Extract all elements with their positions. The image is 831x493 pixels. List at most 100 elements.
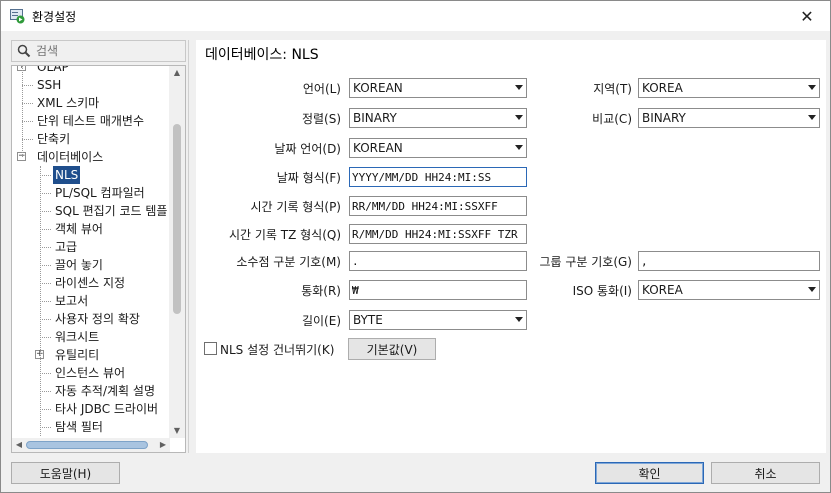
help-button[interactable]: 도움말(H) <box>11 462 120 484</box>
splitter[interactable] <box>188 40 189 453</box>
tree-items: + OLAP SSH XML 스키마 단위 테스트 매개변수단축키 − 데이터베이스 NLS P… <box>12 65 170 436</box>
tree-item[interactable]: 탐색 필터 <box>12 418 170 436</box>
tree-item[interactable]: 자동 추적/계획 설명 <box>12 382 170 400</box>
iso-currency-select[interactable]: KOREA <box>638 280 820 300</box>
tree-item[interactable]: 인스턴스 뷰어 <box>12 364 170 382</box>
category-tree[interactable]: + OLAP SSH XML 스키마 단위 테스트 매개변수단축키 − 데이터베이스 NLS P… <box>11 65 186 453</box>
search-box[interactable] <box>11 40 186 62</box>
comp-value: BINARY <box>642 111 686 125</box>
tree-connector <box>40 247 51 248</box>
tree-item-label: 데이터베이스 <box>37 150 104 164</box>
chevron-down-icon <box>808 287 816 292</box>
sort-label: 정렬(S) <box>301 112 341 126</box>
tree-item[interactable]: PL/SQL 컴파일러 <box>12 184 170 202</box>
tree-connector <box>22 121 33 122</box>
tree-item[interactable]: 객체 뷰어 <box>12 220 170 238</box>
timestamp-format-field[interactable] <box>349 196 527 216</box>
tree-item[interactable]: SQL 편집기 코드 템플 <box>12 202 170 220</box>
horizontal-scroll-thumb[interactable] <box>26 441 148 449</box>
chevron-down-icon <box>515 115 523 120</box>
iso-currency-value: KOREA <box>642 283 683 297</box>
tree-item-label: OLAP <box>37 65 69 74</box>
close-button[interactable]: ✕ <box>784 1 830 31</box>
tree-horizontal-scrollbar[interactable]: ◀ ▶ <box>12 438 170 452</box>
tree-item[interactable]: 사용자 정의 확장 <box>12 310 170 328</box>
tree-item[interactable]: 타사 JDBC 드라이버 <box>12 400 170 418</box>
tree-item[interactable]: XML 스키마 <box>12 94 170 112</box>
skip-nls-checkbox[interactable] <box>204 342 217 355</box>
tree-item[interactable]: − 데이터베이스 <box>12 148 170 166</box>
skip-nls-label: NLS 설정 건너뛰기(K) <box>220 343 335 357</box>
tree-item[interactable]: SSH <box>12 76 170 94</box>
panel-title: 데이터베이스: NLS <box>205 47 319 63</box>
chevron-down-icon <box>515 317 523 322</box>
language-select[interactable]: KOREAN <box>349 78 527 98</box>
scroll-up-icon[interactable]: ▲ <box>169 66 185 80</box>
tree-item[interactable]: 라이센스 지정 <box>12 274 170 292</box>
currency-label: 통화(R) <box>301 284 341 298</box>
tree-vertical-scrollbar[interactable]: ▲ ▼ <box>169 66 185 438</box>
tree-item[interactable]: 워크시트 <box>12 328 170 346</box>
scroll-right-icon[interactable]: ▶ <box>156 438 170 452</box>
tree-item[interactable]: 고급 <box>12 238 170 256</box>
tree-item[interactable]: 단위 테스트 매개변수 <box>12 112 170 130</box>
search-input[interactable] <box>36 43 181 59</box>
tree-item-label: 단축키 <box>37 132 71 146</box>
currency-field[interactable] <box>349 280 527 300</box>
date-format-input[interactable] <box>350 168 526 186</box>
tree-connector <box>40 283 51 284</box>
close-icon: ✕ <box>800 6 814 26</box>
tree-item-label: NLS <box>53 166 81 184</box>
reset-defaults-button[interactable]: 기본값(V) <box>348 338 436 360</box>
date-format-label: 날짜 형식(F) <box>276 171 341 185</box>
ok-button[interactable]: 확인 <box>595 462 704 484</box>
date-language-select[interactable]: KOREAN <box>349 138 527 158</box>
tree-connector <box>40 337 51 338</box>
scroll-down-icon[interactable]: ▼ <box>169 424 185 438</box>
search-icon <box>17 44 31 58</box>
scroll-left-icon[interactable]: ◀ <box>12 438 26 452</box>
tree-item-label: 끌어 놓기 <box>55 258 103 272</box>
chevron-down-icon <box>808 85 816 90</box>
group-separator-field[interactable] <box>638 251 820 271</box>
territory-select[interactable]: KOREA <box>638 78 820 98</box>
tree-item[interactable]: NLS <box>12 166 170 184</box>
tree-item[interactable]: + OLAP <box>12 65 170 76</box>
comp-select[interactable]: BINARY <box>638 108 820 128</box>
territory-value: KOREA <box>642 81 683 95</box>
tree-item-label: 워크시트 <box>55 330 100 344</box>
chevron-down-icon <box>515 145 523 150</box>
tree-connector <box>40 391 51 392</box>
tree-item-label: 인스턴스 뷰어 <box>55 366 126 380</box>
language-label: 언어(L) <box>302 82 341 96</box>
tree-item[interactable]: + 유틸리티 <box>12 346 170 364</box>
tree-item-label: SSH <box>37 78 62 92</box>
group-separator-label: 그룹 구분 기호(G) <box>539 255 632 269</box>
app-icon <box>10 9 25 24</box>
title-bar: 환경설정 ✕ <box>1 1 830 31</box>
decimal-separator-label: 소수점 구분 기호(M) <box>236 255 341 269</box>
currency-input[interactable] <box>350 281 526 299</box>
group-separator-input[interactable] <box>639 252 819 270</box>
tree-item[interactable]: 끌어 놓기 <box>12 256 170 274</box>
tree-item-label: 라이센스 지정 <box>55 276 126 290</box>
tree-item[interactable]: 단축키 <box>12 130 170 148</box>
timestamp-tz-format-field[interactable] <box>349 224 527 244</box>
length-select[interactable]: BYTE <box>349 310 527 330</box>
cancel-button[interactable]: 취소 <box>711 462 820 484</box>
timestamp-format-label: 시간 기록 형식(P) <box>250 200 341 214</box>
tree-item[interactable]: 보고서 <box>12 292 170 310</box>
tree-item-label: PL/SQL 컴파일러 <box>55 186 145 200</box>
vertical-scroll-thumb[interactable] <box>173 124 181 314</box>
date-format-field[interactable] <box>349 167 527 187</box>
timestamp-tz-format-input[interactable] <box>350 225 526 243</box>
date-language-label: 날짜 언어(D) <box>274 142 341 156</box>
tree-connector <box>22 103 33 104</box>
tree-item-label: 타사 JDBC 드라이버 <box>55 402 159 416</box>
decimal-separator-field[interactable] <box>349 251 527 271</box>
sort-select[interactable]: BINARY <box>349 108 527 128</box>
tree-connector <box>40 175 51 176</box>
decimal-separator-input[interactable] <box>350 252 526 270</box>
timestamp-format-input[interactable] <box>350 197 526 215</box>
tree-connector <box>40 193 51 194</box>
